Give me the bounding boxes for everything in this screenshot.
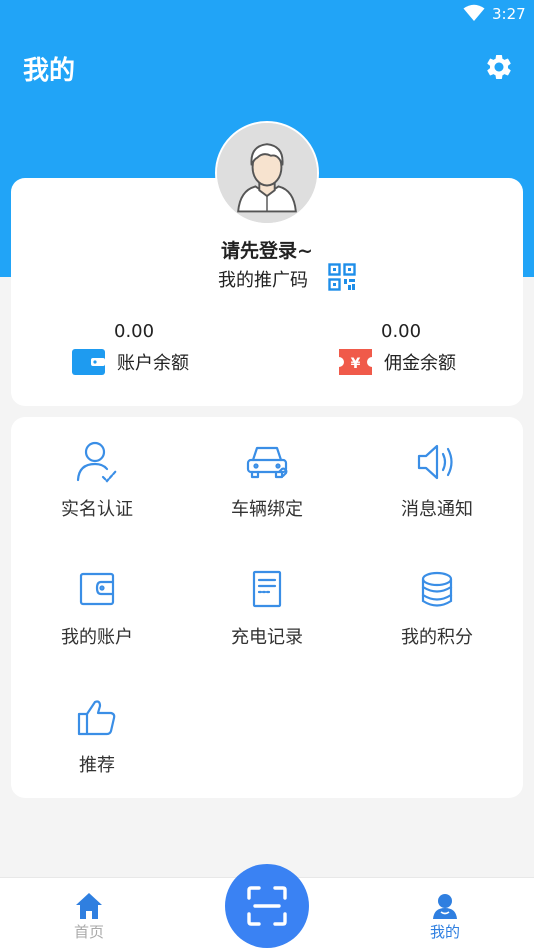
menu-item-notifications[interactable]: 消息通知 — [352, 440, 522, 550]
menu-item-my-account[interactable]: 我的账户 — [12, 568, 182, 678]
menu-item-label: 消息通知 — [401, 499, 473, 520]
home-icon — [76, 893, 102, 919]
nav-home[interactable]: 首页 — [39, 891, 139, 942]
scan-button[interactable] — [225, 864, 309, 948]
menu-item-vehicle-binding[interactable]: 车辆绑定 — [182, 440, 352, 550]
menu-item-label: 我的账户 — [61, 627, 133, 648]
menu-item-my-points[interactable]: 我的积分 — [352, 568, 522, 678]
user-verify-icon — [76, 441, 118, 483]
qr-code-icon[interactable] — [328, 263, 356, 291]
nav-mine[interactable]: 我的 — [395, 891, 495, 942]
status-bar: 3:27 — [0, 0, 534, 30]
menu-item-real-name-verify[interactable]: 实名认证 — [12, 440, 182, 550]
login-prompt[interactable]: 请先登录~ — [0, 236, 534, 263]
account-balance-value: 0.00 — [114, 321, 155, 342]
car-link-icon — [246, 446, 288, 479]
nav-mine-label: 我的 — [429, 923, 460, 941]
page-title: 我的 — [23, 56, 76, 86]
menu-item-label: 我的积分 — [401, 627, 473, 648]
menu-item-label: 实名认证 — [61, 499, 133, 520]
nav-home-label: 首页 — [73, 923, 104, 941]
account-balance-label[interactable]: 账户余额 — [117, 349, 189, 375]
thumbs-up-icon — [77, 700, 116, 736]
menu-item-label: 车辆绑定 — [231, 499, 303, 520]
document-icon — [252, 570, 282, 608]
status-time: 3:27 — [492, 5, 526, 23]
default-avatar-icon — [217, 123, 317, 223]
coins-icon — [421, 571, 453, 607]
menu-item-charging-records[interactable]: 充电记录 — [182, 568, 352, 678]
speaker-icon — [417, 444, 453, 480]
settings-gear-icon[interactable] — [484, 52, 514, 82]
menu-item-recommend[interactable]: 推荐 — [12, 696, 182, 806]
svg-text:¥: ¥ — [351, 356, 361, 372]
wifi-icon — [463, 4, 485, 21]
commission-balance-value: 0.00 — [381, 321, 422, 342]
commission-balance-label[interactable]: 佣金余额 — [384, 349, 456, 375]
wallet-icon — [72, 349, 105, 375]
scan-icon — [247, 886, 287, 926]
promo-code-label: 我的推广码 — [218, 270, 308, 291]
menu-item-label: 充电记录 — [231, 627, 303, 648]
user-profile-icon — [433, 894, 457, 919]
avatar[interactable] — [215, 121, 319, 225]
wallet-icon — [79, 572, 115, 606]
menu-item-label: 推荐 — [79, 755, 115, 776]
yen-ticket-icon: ¥ — [339, 349, 372, 375]
